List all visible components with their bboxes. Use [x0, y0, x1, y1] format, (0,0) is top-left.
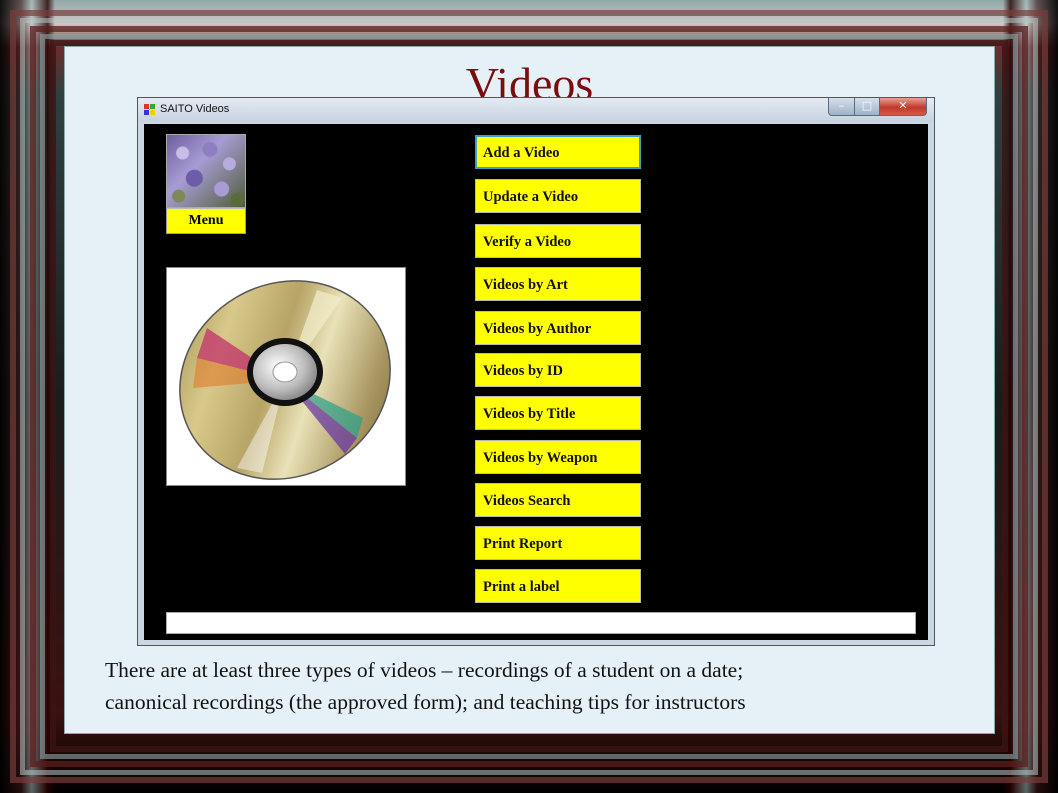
print-report-button[interactable]: Print Report [475, 526, 641, 560]
videos-by-title-button[interactable]: Videos by Title [475, 396, 641, 430]
caption-line: canonical recordings (the approved form)… [105, 690, 746, 714]
caption-line: There are at least three types of videos… [105, 658, 744, 682]
maximize-button[interactable]: □ [854, 98, 880, 116]
videos-by-art-button[interactable]: Videos by Art [475, 267, 641, 301]
app-icon [144, 104, 156, 116]
window-titlebar[interactable]: SAITO Videos – □ ✕ [138, 98, 934, 122]
print-label-button[interactable]: Print a label [475, 569, 641, 603]
minimize-button[interactable]: – [828, 98, 855, 116]
videos-search-button[interactable]: Videos Search [475, 483, 641, 517]
status-bar [166, 612, 916, 634]
verify-video-button[interactable]: Verify a Video [475, 224, 641, 258]
window-client-area: Menu Add a Video Update a Video Verify a… [144, 124, 928, 640]
close-button[interactable]: ✕ [879, 98, 927, 116]
add-video-button[interactable]: Add a Video [475, 135, 641, 169]
window-title: SAITO Videos [160, 103, 230, 115]
flower-thumbnail-image[interactable] [166, 134, 246, 208]
menu-button[interactable]: Menu [166, 208, 246, 234]
cd-image [166, 267, 406, 486]
videos-by-weapon-button[interactable]: Videos by Weapon [475, 440, 641, 474]
slide-caption: There are at least three types of videos… [105, 654, 965, 718]
update-video-button[interactable]: Update a Video [475, 179, 641, 213]
app-window: SAITO Videos – □ ✕ Menu Add a Video Upda… [137, 97, 935, 646]
slide: Videos SAITO Videos – □ ✕ Menu Add a Vid… [64, 46, 995, 734]
cd-disc-icon [179, 280, 391, 480]
videos-by-id-button[interactable]: Videos by ID [475, 353, 641, 387]
videos-by-author-button[interactable]: Videos by Author [475, 311, 641, 345]
